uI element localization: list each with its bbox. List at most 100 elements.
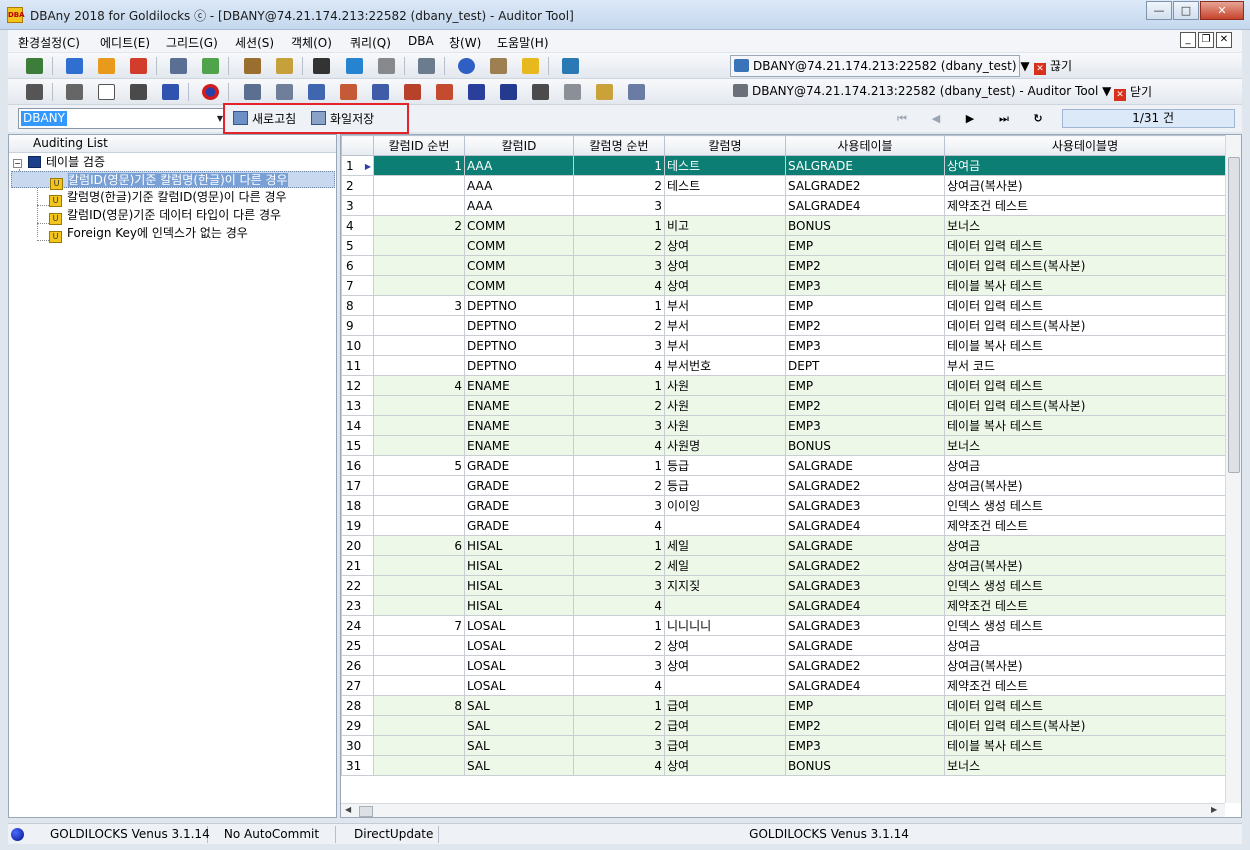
column-name-seq-cell[interactable]: 1	[573, 295, 665, 316]
column-name-seq-cell[interactable]: 1	[573, 215, 665, 236]
table-desc-cell[interactable]: 테이블 복사 테스트	[944, 415, 1226, 436]
vertical-scroll-thumb[interactable]	[1228, 157, 1240, 473]
row-number-cell[interactable]: ▶ 1	[341, 155, 374, 176]
column-id-cell[interactable]: HISAL	[464, 535, 574, 556]
column-id-cell[interactable]: SAL	[464, 735, 574, 756]
column-name-seq-cell[interactable]: 3	[573, 415, 665, 436]
column-id-cell[interactable]: SAL	[464, 695, 574, 716]
table-delete-icon[interactable]	[340, 84, 357, 100]
table-row[interactable]: 11 DEPTNO 4 부서번호 DEPT 부서 코드	[341, 355, 1226, 376]
table-name-cell[interactable]: BONUS	[785, 755, 945, 776]
column-name-cell[interactable]	[664, 595, 786, 616]
column-id-cell[interactable]: GRADE	[464, 475, 574, 496]
korea-flag-icon[interactable]	[202, 84, 219, 100]
table-name-cell[interactable]: SALGRADE2	[785, 175, 945, 196]
row-number-cell[interactable]: 24	[341, 615, 374, 636]
report-icon[interactable]	[378, 58, 395, 74]
table-row[interactable]: 24 7 LOSAL 1 니니니니 SALGRADE3 인덱스 생성 테스트	[341, 615, 1226, 636]
table-desc-cell[interactable]: 보너스	[944, 435, 1226, 456]
upload-icon[interactable]	[98, 58, 115, 74]
column-id-cell[interactable]: LOSAL	[464, 635, 574, 656]
table-name-cell[interactable]: EMP2	[785, 255, 945, 276]
table-row[interactable]: ▶ 1 1 AAA 1 테스트 SALGRADE 상여금	[341, 155, 1226, 176]
column-name-cell[interactable]: 상여	[664, 655, 786, 676]
connect-icon[interactable]	[26, 58, 43, 74]
table-name-cell[interactable]: DEPT	[785, 355, 945, 376]
column-id-cell[interactable]: HISAL	[464, 575, 574, 596]
mdi-minimize-button[interactable]: _	[1180, 32, 1196, 48]
column-name-cell[interactable]: 니니니니	[664, 615, 786, 636]
table-name-cell[interactable]: SALGRADE4	[785, 515, 945, 536]
column-header[interactable]: 칼럼명	[664, 135, 786, 156]
table-name-cell[interactable]: EMP	[785, 295, 945, 316]
column-id-seq-cell[interactable]: 6	[373, 535, 465, 556]
table-row[interactable]: 23 HISAL 4 SALGRADE4 제약조건 테스트	[341, 595, 1226, 616]
column-name-seq-cell[interactable]: 2	[573, 555, 665, 576]
table-row[interactable]: 7 COMM 4 상여 EMP3 테이블 복사 테스트	[341, 275, 1226, 296]
table-row[interactable]: 28 8 SAL 1 급여 EMP 데이터 입력 테스트	[341, 695, 1226, 716]
column-name-cell[interactable]: 상여	[664, 275, 786, 296]
column-id-cell[interactable]: LOSAL	[464, 655, 574, 676]
minimize-button[interactable]: —	[1146, 1, 1172, 20]
column-id-cell[interactable]: COMM	[464, 255, 574, 276]
row-number-cell[interactable]: 3	[341, 195, 374, 216]
column-id-cell[interactable]: GRADE	[464, 455, 574, 476]
column-id-seq-cell[interactable]	[373, 575, 465, 596]
page-icon[interactable]	[98, 84, 115, 100]
row-number-cell[interactable]: 14	[341, 415, 374, 436]
table-row[interactable]: 12 4 ENAME 1 사원 EMP 데이터 입력 테스트	[341, 375, 1226, 396]
column-name-seq-cell[interactable]: 3	[573, 495, 665, 516]
table-desc-cell[interactable]: 상여금(복사본)	[944, 175, 1226, 196]
column-name-cell[interactable]: 급여	[664, 695, 786, 716]
column-id-cell[interactable]: COMM	[464, 275, 574, 296]
column-name-cell[interactable]: 테스트	[664, 155, 786, 176]
column-name-cell[interactable]: 급여	[664, 735, 786, 756]
database-icon[interactable]	[522, 58, 539, 74]
table-row[interactable]: 14 ENAME 3 사원 EMP3 테이블 복사 테스트	[341, 415, 1226, 436]
schema-combobox[interactable]: DBANY ▼	[18, 108, 226, 129]
scroll-right-icon[interactable]: ▶	[1211, 805, 1217, 814]
column-id-cell[interactable]: AAA	[464, 155, 574, 176]
column-name-seq-cell[interactable]: 1	[573, 155, 665, 176]
row-number-cell[interactable]: 26	[341, 655, 374, 676]
sort-icon[interactable]	[532, 84, 549, 100]
column-id-seq-cell[interactable]	[373, 595, 465, 616]
ta-icon[interactable]	[130, 84, 147, 100]
column-header[interactable]: 칼럼ID	[464, 135, 574, 156]
column-id-seq-cell[interactable]	[373, 735, 465, 756]
column-id-cell[interactable]: ENAME	[464, 415, 574, 436]
table-name-cell[interactable]: SALGRADE4	[785, 195, 945, 216]
column-id-cell[interactable]: DEPTNO	[464, 295, 574, 316]
column-name-cell[interactable]: 이이잉	[664, 495, 786, 516]
table-row[interactable]: 8 3 DEPTNO 1 부서 EMP 데이터 입력 테스트	[341, 295, 1226, 316]
table-desc-cell[interactable]: 인덱스 생성 테스트	[944, 575, 1226, 596]
row-number-cell[interactable]: 21	[341, 555, 374, 576]
column-id-seq-cell[interactable]	[373, 195, 465, 216]
box-icon[interactable]	[490, 58, 507, 74]
column-name-seq-cell[interactable]: 1	[573, 455, 665, 476]
column-name-seq-cell[interactable]: 3	[573, 735, 665, 756]
table-desc-cell[interactable]: 제약조건 테스트	[944, 675, 1226, 696]
bar-chart-icon[interactable]	[313, 58, 330, 74]
row-number-cell[interactable]: 20	[341, 535, 374, 556]
table-desc-cell[interactable]: 제약조건 테스트	[944, 595, 1226, 616]
table-desc-cell[interactable]: 인덱스 생성 테스트	[944, 495, 1226, 516]
column-name-cell[interactable]: 부서	[664, 295, 786, 316]
tree-item-audit-1[interactable]: U 칼럼ID(영문)기준 칼럼명(한글)이 다른 경우	[11, 171, 335, 190]
column-name-seq-cell[interactable]: 3	[573, 655, 665, 676]
column-id-seq-cell[interactable]	[373, 395, 465, 416]
column-name-seq-cell[interactable]: 4	[573, 515, 665, 536]
column-id-seq-cell[interactable]	[373, 175, 465, 196]
monitor-icon[interactable]	[346, 58, 363, 74]
table-name-cell[interactable]: SALGRADE4	[785, 595, 945, 616]
row-number-cell[interactable]: 23	[341, 595, 374, 616]
arrow-right-icon[interactable]	[66, 58, 83, 74]
row-number-cell[interactable]: 6	[341, 255, 374, 276]
collapse-icon[interactable]: −	[13, 159, 22, 168]
column-name-seq-cell[interactable]: 2	[573, 175, 665, 196]
row-number-cell[interactable]: 11	[341, 355, 374, 376]
font-icon[interactable]	[162, 84, 179, 100]
filter-icon[interactable]	[564, 84, 581, 100]
column-id-cell[interactable]: AAA	[464, 195, 574, 216]
column-id-cell[interactable]: SAL	[464, 755, 574, 776]
